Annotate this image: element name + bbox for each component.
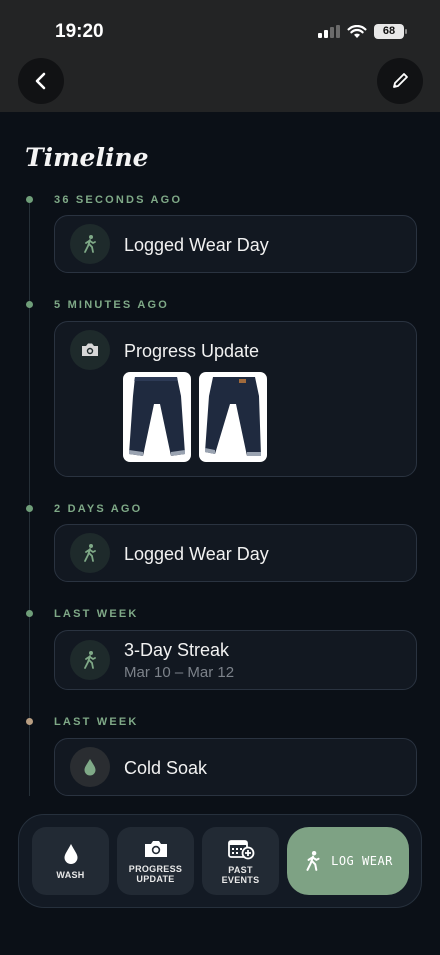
edit-button[interactable] bbox=[377, 58, 423, 104]
status-time: 19:20 bbox=[55, 21, 104, 42]
cellular-signal-icon bbox=[318, 25, 340, 38]
jeans-front-image bbox=[129, 377, 185, 456]
walking-person-icon bbox=[84, 544, 96, 562]
timeline-dot bbox=[26, 718, 33, 725]
jeans-back-image bbox=[205, 377, 261, 456]
card-title: Cold Soak bbox=[124, 758, 208, 778]
walking-person-icon bbox=[306, 851, 320, 871]
chevron-left-icon bbox=[35, 72, 46, 90]
jeans-back-photo[interactable] bbox=[199, 372, 267, 462]
entry-time: 2 DAYS AGO bbox=[54, 503, 143, 515]
past-events-label: PAST EVENTS bbox=[222, 865, 260, 885]
entry-time: LAST WEEK bbox=[54, 716, 139, 728]
progress-update-label-line1: PROGRESS bbox=[128, 863, 183, 874]
timeline-card-progress-update[interactable]: Progress Update bbox=[54, 321, 417, 477]
card-title: Progress Update bbox=[124, 341, 260, 361]
card-icon bbox=[70, 747, 110, 787]
past-events-label-line2: EVENTS bbox=[221, 874, 260, 885]
timeline-dot bbox=[26, 610, 33, 617]
card-icon bbox=[70, 640, 110, 680]
progress-update-button[interactable]: PROGRESS UPDATE bbox=[117, 827, 194, 895]
wash-button[interactable]: WASH bbox=[32, 827, 109, 895]
card-icon bbox=[70, 533, 110, 573]
calendar-add-icon bbox=[227, 839, 254, 859]
card-subtitle: Mar 10 – Mar 12 bbox=[124, 664, 235, 681]
wifi-icon bbox=[347, 24, 367, 38]
entry-time: LAST WEEK bbox=[54, 608, 139, 620]
progress-update-label: PROGRESS UPDATE bbox=[129, 864, 182, 884]
timeline-dot bbox=[26, 301, 33, 308]
log-wear-label: LOG WEAR bbox=[331, 854, 393, 868]
pencil-icon bbox=[393, 73, 408, 88]
battery-indicator: 68 bbox=[374, 24, 407, 39]
past-events-label-line1: PAST bbox=[228, 864, 253, 875]
log-wear-button[interactable]: LOG WEAR bbox=[287, 827, 409, 895]
status-icons: 68 bbox=[318, 24, 407, 39]
timeline-line bbox=[29, 198, 30, 796]
water-drop-icon bbox=[64, 843, 77, 864]
card-title: Logged Wear Day bbox=[124, 235, 269, 255]
camera-icon bbox=[144, 840, 167, 857]
top-bar: 19:20 68 bbox=[0, 0, 440, 112]
past-events-button[interactable]: PAST EVENTS bbox=[202, 827, 279, 895]
card-icon bbox=[70, 330, 110, 370]
entry-time: 36 SECONDS AGO bbox=[54, 194, 183, 206]
wash-label: WASH bbox=[56, 869, 85, 880]
card-icon bbox=[70, 224, 110, 264]
timeline-card-streak[interactable]: 3-Day Streak Mar 10 – Mar 12 bbox=[54, 630, 417, 690]
timeline-dot bbox=[26, 196, 33, 203]
bottom-action-bar: WASH PROGRESS UPDATE PAST EVENTS LOG WEA… bbox=[18, 814, 422, 908]
walking-person-icon bbox=[84, 651, 96, 669]
timeline-card-logged-wear[interactable]: Logged Wear Day bbox=[54, 524, 417, 582]
timeline-card-logged-wear[interactable]: Logged Wear Day bbox=[54, 215, 417, 273]
water-drop-icon bbox=[84, 759, 96, 776]
timeline-dot bbox=[26, 505, 33, 512]
back-button[interactable] bbox=[18, 58, 64, 104]
walking-person-icon bbox=[84, 235, 96, 253]
entry-time: 5 MINUTES AGO bbox=[54, 299, 169, 311]
jeans-front-photo[interactable] bbox=[123, 372, 191, 462]
page-title: Timeline bbox=[25, 143, 149, 172]
camera-icon bbox=[82, 343, 98, 356]
card-title: Logged Wear Day bbox=[124, 544, 269, 564]
progress-update-label-line2: UPDATE bbox=[136, 873, 175, 884]
card-title: 3-Day Streak bbox=[124, 640, 230, 660]
timeline-card-cold-soak[interactable]: Cold Soak bbox=[54, 738, 417, 796]
